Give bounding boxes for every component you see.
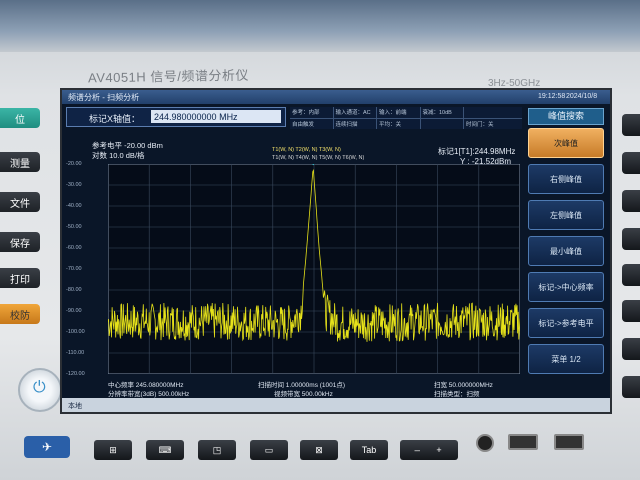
param-cell: 输入通道：AC bbox=[333, 107, 376, 118]
y-tick-label: -90.00 bbox=[66, 308, 82, 314]
marker-entry-box: 标记X轴值： bbox=[66, 107, 286, 127]
softkey-min-peak[interactable]: 最小峰值 bbox=[528, 236, 604, 266]
softkey-next-peak[interactable]: 次峰值 bbox=[528, 128, 604, 158]
headphone-jack bbox=[476, 434, 494, 452]
softkey-marker-to-center[interactable]: 标记->中心频率 bbox=[528, 272, 604, 302]
y-tick-label: -80.00 bbox=[66, 287, 82, 293]
scale-per-division: 对数 10.0 dB/格 bbox=[92, 151, 145, 160]
parameter-table: 参考：内部 输入通道：AC 输入：前端 衰减：10dB 自由触发 连续扫描 平均… bbox=[290, 107, 522, 129]
y-tick-label: -60.00 bbox=[66, 245, 82, 251]
marker-x-label: 标记X轴值： bbox=[89, 114, 141, 124]
right-key-3[interactable] bbox=[622, 190, 640, 212]
key-file[interactable]: 文件 bbox=[0, 192, 40, 212]
window-icon: ◳ bbox=[212, 444, 222, 455]
right-key-5[interactable] bbox=[622, 264, 640, 286]
video-bandwidth: 视频带宽 500.00kHz bbox=[274, 391, 333, 398]
status-text: 本地 bbox=[68, 403, 82, 410]
param-cell: 连续扫描 bbox=[333, 118, 376, 129]
sweep-type: 扫描类型：扫频 bbox=[434, 391, 480, 398]
softkey-menu-page[interactable]: 菜单 1/2 bbox=[528, 344, 604, 374]
key-calibrate[interactable]: 校防 bbox=[0, 304, 40, 324]
screen-icon: ▭ bbox=[264, 444, 274, 455]
y-tick-label: -70.00 bbox=[66, 266, 82, 272]
bottom-key-4[interactable]: ▭ bbox=[250, 440, 288, 460]
brand-logo: ✈ bbox=[24, 436, 70, 458]
power-icon: ⏻ bbox=[33, 379, 46, 396]
right-key-2[interactable] bbox=[622, 152, 640, 174]
clock-date: 2024/10/8 bbox=[566, 93, 598, 100]
key-print[interactable]: 打印 bbox=[0, 268, 40, 288]
y-tick-label: -40.00 bbox=[66, 203, 82, 209]
param-cell bbox=[420, 118, 463, 129]
power-button[interactable]: ⏻ bbox=[18, 368, 62, 412]
spectrum-plot bbox=[108, 164, 520, 374]
close-icon: ⊠ bbox=[315, 444, 323, 455]
y-tick-label: -100.00 bbox=[66, 329, 85, 335]
usb-port-2 bbox=[554, 434, 584, 450]
param-cell: 参考：内部 bbox=[290, 107, 333, 118]
softkey-panel: 峰值搜索 次峰值 右侧峰值 左侧峰值 最小峰值 标记->中心频率 标记->参考电… bbox=[524, 104, 608, 408]
y-tick-label: -30.00 bbox=[66, 182, 82, 188]
bottom-key-2[interactable]: ⌨ bbox=[146, 440, 184, 460]
y-tick-label: -120.00 bbox=[66, 371, 85, 377]
right-key-1[interactable] bbox=[622, 114, 640, 136]
key-measure[interactable]: 测量 bbox=[0, 152, 40, 172]
y-tick-label: -50.00 bbox=[66, 224, 82, 230]
right-key-6[interactable] bbox=[622, 300, 640, 322]
model-label: AV4051H 信号/频谱分析仪 bbox=[87, 67, 250, 86]
marker-readout-frequency: 标记1[T1]:244.98MHz bbox=[438, 147, 516, 156]
key-preset[interactable]: 位 bbox=[0, 108, 40, 128]
windows-icon: ⊞ bbox=[109, 444, 117, 455]
param-cell: 输入：前端 bbox=[377, 107, 420, 118]
display-screen: 频谱分析 - 扫频分析 19:12:58 2024/10/8 标记X轴值： 参考… bbox=[60, 88, 612, 414]
softkey-left-peak[interactable]: 左侧峰值 bbox=[528, 200, 604, 230]
right-key-8[interactable] bbox=[622, 376, 640, 398]
right-key-4[interactable] bbox=[622, 228, 640, 250]
param-cell: 平均：关 bbox=[377, 118, 420, 129]
param-cell: 时间门：关 bbox=[464, 118, 522, 129]
plus-key[interactable]: + bbox=[420, 440, 458, 460]
param-cell: 自由触发 bbox=[290, 118, 333, 129]
usb-port-1 bbox=[508, 434, 538, 450]
param-cell bbox=[464, 107, 522, 118]
bottom-key-3[interactable]: ◳ bbox=[198, 440, 236, 460]
right-key-7[interactable] bbox=[622, 338, 640, 360]
trace-status-line-1: T1(W, N) T2(W, N) T3(W, N) bbox=[272, 147, 341, 153]
tab-key[interactable]: Tab bbox=[350, 440, 388, 460]
trace-status-line-2: T1(W, N) T4(W, N) T5(W, N) T6(W, N) bbox=[272, 155, 365, 161]
status-bar: 本地 bbox=[62, 398, 610, 412]
bottom-key-1[interactable]: ⊞ bbox=[94, 440, 132, 460]
mode-title: 频谱分析 - 扫频分析 bbox=[68, 93, 140, 102]
softkey-right-peak[interactable]: 右侧峰值 bbox=[528, 164, 604, 194]
param-cell: 衰减：10dB bbox=[420, 107, 463, 118]
softkey-menu-title: 峰值搜索 bbox=[528, 108, 604, 125]
clock-time: 19:12:58 bbox=[538, 93, 566, 100]
keyboard-icon: ⌨ bbox=[158, 444, 172, 455]
y-tick-label: -110.00 bbox=[66, 350, 85, 356]
y-tick-label: -20.00 bbox=[66, 161, 82, 167]
top-background bbox=[0, 0, 640, 52]
title-bar: 频谱分析 - 扫频分析 19:12:58 2024/10/8 bbox=[62, 90, 610, 104]
softkey-marker-to-ref[interactable]: 标记->参考电平 bbox=[528, 308, 604, 338]
key-save[interactable]: 保存 bbox=[0, 232, 40, 252]
marker-x-input[interactable] bbox=[151, 110, 281, 123]
bottom-key-5[interactable]: ⊠ bbox=[300, 440, 338, 460]
resolution-bandwidth: 分辨率带宽(3dB) 500.00kHz bbox=[108, 391, 190, 398]
